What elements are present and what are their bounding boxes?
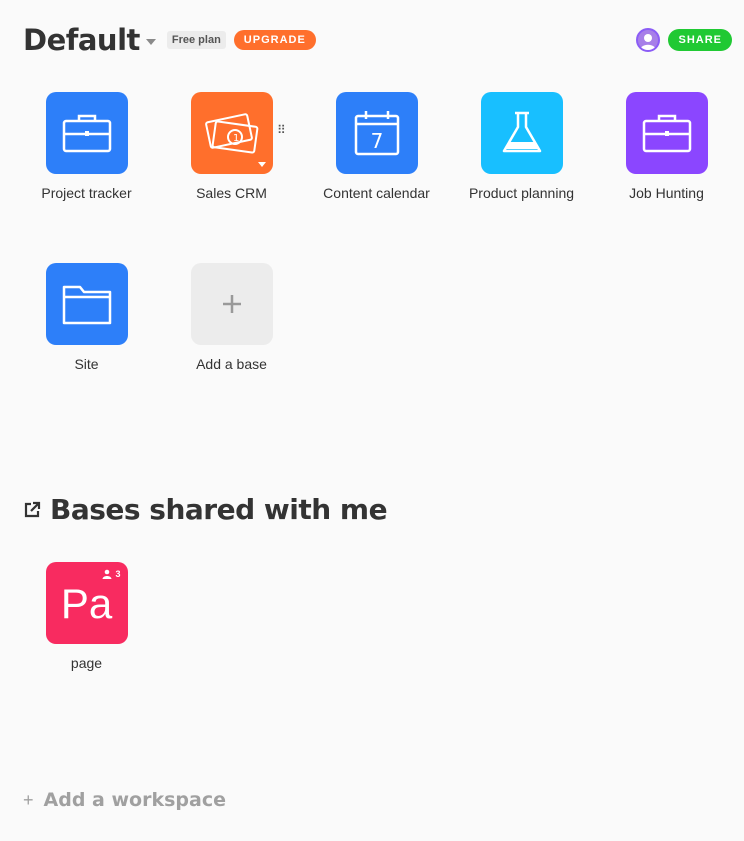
base-tile-job-hunting[interactable]: Job Hunting: [594, 92, 739, 201]
user-icon: [640, 34, 657, 50]
money-icon: 1: [204, 113, 258, 154]
calendar-icon: 7: [354, 111, 399, 156]
base-icon: Pa 3: [45, 562, 128, 644]
workspace-title[interactable]: Default: [23, 23, 140, 57]
base-label: Sales CRM: [196, 185, 267, 201]
plan-badge: Free plan: [166, 31, 226, 49]
add-base-tile[interactable]: Add a base: [159, 263, 304, 372]
briefcase-icon: [62, 114, 111, 153]
share-button[interactable]: SHARE: [668, 29, 732, 51]
plus-icon: +: [23, 789, 34, 810]
shared-base-tile-page[interactable]: Pa 3 page: [14, 562, 159, 671]
base-label: Product planning: [468, 185, 575, 201]
base-icon: [480, 92, 563, 174]
header-actions: SHARE: [636, 28, 732, 52]
collaborator-count: 3: [102, 569, 121, 579]
base-tile-project-tracker[interactable]: Project tracker: [14, 92, 159, 201]
calendar-day: 7: [370, 129, 383, 153]
add-workspace-label: Add a workspace: [43, 789, 226, 811]
base-tile-content-calendar[interactable]: 7 Content calendar: [304, 92, 449, 201]
base-icon: 1: [190, 92, 273, 174]
workspace-header: Default Free plan UPGRADE SHARE: [23, 22, 732, 58]
external-link-icon: [24, 501, 41, 517]
add-base-box: [190, 263, 273, 345]
collaborator-number: 3: [115, 569, 121, 579]
base-label: Content calendar: [323, 185, 430, 201]
upgrade-button[interactable]: UPGRADE: [233, 30, 316, 50]
drag-handle-icon[interactable]: ⠿: [277, 124, 286, 136]
chevron-down-icon[interactable]: [145, 39, 156, 45]
base-icon: [625, 92, 708, 174]
folder-icon: [62, 285, 111, 325]
base-icon: [45, 92, 128, 174]
add-base-label: Add a base: [196, 356, 267, 372]
add-workspace-button[interactable]: + Add a workspace: [23, 789, 226, 811]
svg-text:1: 1: [233, 133, 239, 144]
base-abbr: Pa: [60, 580, 113, 627]
flask-icon: [502, 111, 541, 153]
base-label: page: [70, 655, 103, 671]
base-label: Job Hunting: [629, 185, 704, 201]
base-label: Project tracker: [41, 185, 132, 201]
caret-down-icon[interactable]: [257, 162, 266, 167]
briefcase-icon: [642, 114, 691, 153]
shared-section-header: Bases shared with me: [23, 493, 388, 526]
shared-section-title: Bases shared with me: [50, 493, 388, 526]
user-icon: [102, 569, 112, 579]
base-tile-sales-crm[interactable]: 1 Sales CRM: [159, 92, 304, 201]
base-icon: [45, 263, 128, 345]
base-tile-product-planning[interactable]: Product planning: [449, 92, 594, 201]
plus-icon: [222, 295, 241, 313]
base-tile-site[interactable]: Site: [14, 263, 159, 372]
base-label: Site: [74, 356, 99, 372]
avatar[interactable]: [636, 28, 661, 52]
base-icon: 7: [335, 92, 418, 174]
